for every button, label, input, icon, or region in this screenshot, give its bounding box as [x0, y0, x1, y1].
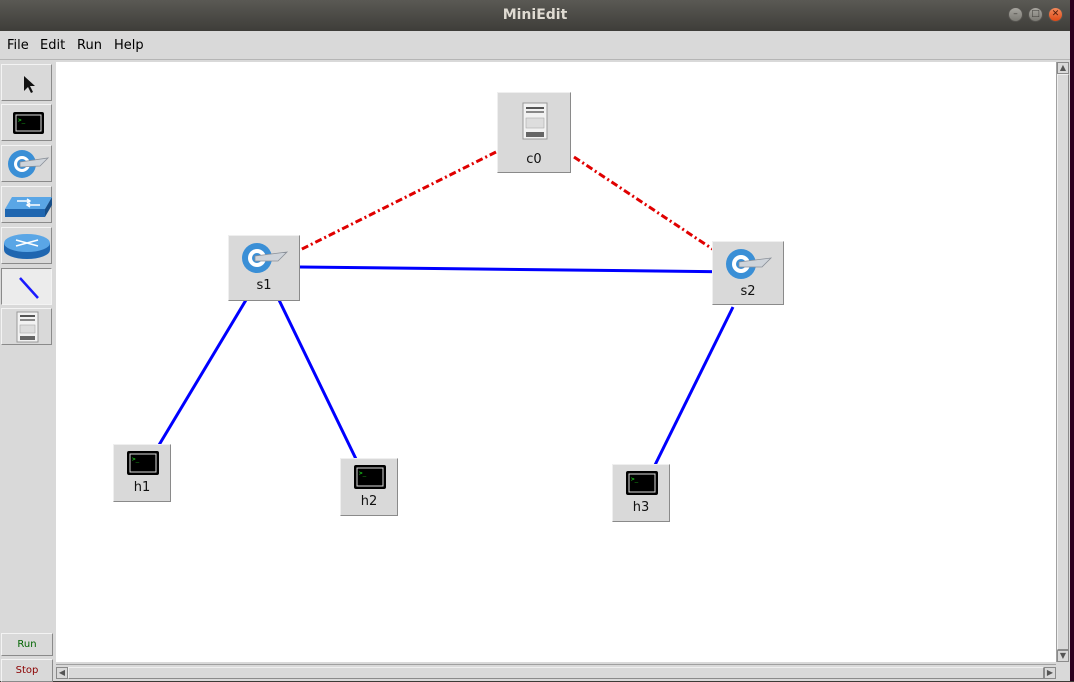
link-c0-s2[interactable]: [573, 155, 715, 252]
vertical-scrollbar[interactable]: ▲ ▼: [1056, 62, 1070, 662]
scroll-down-icon[interactable]: ▼: [1057, 650, 1069, 662]
terminal-host-icon: >_: [13, 112, 44, 134]
openflow-switch-icon: [242, 243, 289, 273]
link-c0-s1[interactable]: [299, 150, 497, 252]
switch-tool[interactable]: [1, 145, 52, 182]
scroll-corner: [1056, 664, 1070, 681]
legacy-router-tool[interactable]: [1, 227, 52, 264]
pointer-arrow-icon: [24, 76, 35, 93]
scroll-up-icon[interactable]: ▲: [1057, 62, 1069, 74]
controller-tool[interactable]: [1, 308, 52, 345]
scroll-right-icon[interactable]: ▶: [1044, 667, 1056, 679]
node-label-h3: h3: [632, 500, 650, 515]
title-bar[interactable]: MiniEdit – □ ✕: [0, 0, 1070, 31]
node-s2[interactable]: s2: [712, 241, 784, 305]
legacy-switch-icon: [5, 197, 52, 217]
menu-bar: File Edit Run Help: [0, 31, 1070, 60]
window-title: MiniEdit: [502, 7, 568, 23]
node-label-s2: s2: [740, 284, 756, 299]
vertical-scroll-thumb[interactable]: [1057, 74, 1069, 650]
menu-edit[interactable]: Edit: [40, 38, 65, 53]
link-s1-h1[interactable]: [157, 299, 248, 446]
svg-text:>_: >_: [631, 476, 639, 483]
svg-text:>_: >_: [359, 470, 367, 477]
topology-canvas[interactable]: c0 s1 s2 >_ h1 >_ h2 >_ h3: [56, 62, 1056, 662]
scroll-left-icon[interactable]: ◀: [56, 667, 68, 679]
node-h1[interactable]: >_ h1: [113, 444, 171, 502]
openflow-switch-icon: [8, 150, 50, 178]
node-c0[interactable]: c0: [497, 92, 571, 173]
miniedit-window: MiniEdit – □ ✕ File Edit Run Help >_ Run…: [0, 0, 1070, 682]
maximize-icon[interactable]: □: [1028, 7, 1043, 22]
select-tool[interactable]: [1, 64, 52, 101]
node-label-s1: s1: [256, 278, 272, 293]
link-s1-s2[interactable]: [299, 265, 742, 274]
menu-run[interactable]: Run: [77, 38, 102, 53]
host-tool[interactable]: >_: [1, 104, 52, 141]
link-line-icon: [19, 277, 39, 299]
horizontal-scrollbar[interactable]: ◀ ▶: [56, 664, 1056, 681]
node-s1[interactable]: s1: [228, 235, 300, 301]
node-label-h2: h2: [360, 494, 378, 509]
menu-help[interactable]: Help: [114, 38, 144, 53]
node-h3[interactable]: >_ h3: [612, 464, 670, 522]
link-tool[interactable]: [1, 268, 52, 305]
link-s2-h3[interactable]: [653, 306, 735, 466]
run-button[interactable]: Run: [1, 633, 53, 656]
node-label-h1: h1: [133, 480, 151, 495]
node-h2[interactable]: >_ h2: [340, 458, 398, 516]
terminal-host-icon: >_: [354, 465, 386, 489]
minimize-icon[interactable]: –: [1008, 7, 1023, 22]
node-label-c0: c0: [526, 152, 542, 167]
horizontal-scroll-thumb[interactable]: [68, 667, 1044, 679]
close-icon[interactable]: ✕: [1048, 7, 1063, 22]
stop-button[interactable]: Stop: [1, 659, 53, 682]
desktop-edge: [1070, 0, 1074, 681]
svg-text:>_: >_: [132, 456, 140, 463]
router-icon: [4, 234, 50, 259]
svg-text:>_: >_: [18, 117, 26, 124]
controller-server-icon: [522, 102, 548, 140]
openflow-switch-icon: [726, 249, 773, 279]
legacy-switch-tool[interactable]: [1, 186, 52, 223]
link-s1-h2[interactable]: [277, 299, 358, 460]
menu-file[interactable]: File: [7, 38, 29, 53]
terminal-host-icon: >_: [626, 471, 658, 495]
terminal-host-icon: >_: [127, 451, 159, 475]
controller-server-icon: [16, 311, 39, 343]
tool-palette: >_ Run Stop: [0, 62, 56, 682]
